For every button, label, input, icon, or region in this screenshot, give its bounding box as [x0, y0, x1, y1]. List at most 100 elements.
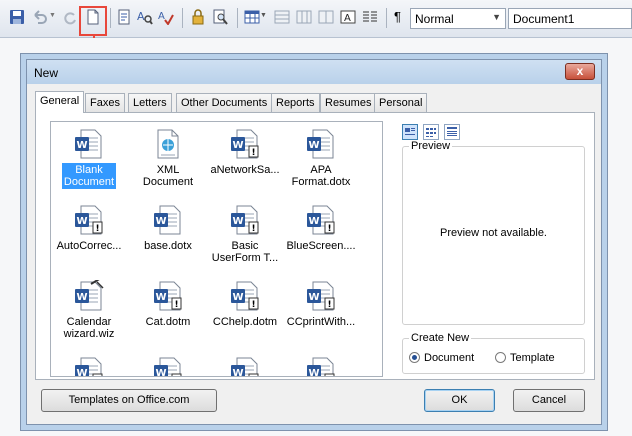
svg-text:W: W	[156, 216, 167, 227]
tab-general[interactable]: General	[35, 91, 85, 113]
svg-text:W: W	[233, 140, 244, 151]
list-view-button[interactable]	[423, 124, 439, 140]
svg-text:!: !	[252, 300, 256, 310]
tab-reports[interactable]: Reports	[271, 93, 320, 112]
template-item[interactable]: W!	[207, 356, 283, 377]
insert-rows-icon[interactable]	[274, 9, 290, 25]
svg-text:!: !	[175, 376, 179, 377]
text-box-icon[interactable]: A	[340, 9, 356, 25]
close-button[interactable]: x	[565, 63, 595, 80]
svg-text:!: !	[252, 376, 256, 377]
tab-label: Faxes	[90, 97, 120, 109]
merge-cells-icon[interactable]	[318, 9, 334, 25]
template-item[interactable]: W!	[283, 356, 359, 377]
template-item[interactable]: XML Document	[130, 128, 206, 189]
general-tab-panel: W!W!W!W!W!CCprintWith...W!CChelp.dotmW!C…	[35, 112, 595, 380]
tab-faxes[interactable]: Faxes	[85, 93, 125, 112]
template-item[interactable]: W Calendar wizard.wiz	[51, 277, 127, 341]
ok-button[interactable]: OK	[424, 389, 495, 412]
word-template-icon: W!	[229, 128, 261, 160]
template-item[interactable]: W APA Format.dotx	[283, 128, 359, 189]
svg-text:W: W	[156, 292, 167, 303]
svg-text:A: A	[158, 11, 165, 22]
word-template-icon: W!	[152, 356, 184, 377]
new-dialog: New x General Faxes Letters Other Docume…	[26, 59, 602, 425]
template-label: CCprintWith...	[286, 316, 356, 328]
svg-text:W: W	[309, 292, 320, 303]
svg-text:W: W	[233, 368, 244, 377]
template-label: Blank Document	[61, 163, 117, 189]
template-list[interactable]: W!W!W!W!W!CCprintWith...W!CChelp.dotmW!C…	[50, 121, 383, 377]
radio-dot	[495, 352, 506, 363]
tab-label: Other Documents	[181, 97, 268, 109]
close-icon: x	[576, 64, 584, 78]
template-item[interactable]: W!	[51, 356, 127, 377]
word-document-icon: W	[305, 128, 337, 160]
template-item[interactable]: Wbase.dotx	[130, 204, 206, 253]
tab-label: Letters	[133, 97, 167, 109]
svg-text:!: !	[96, 376, 100, 377]
template-label: aNetworkSa...	[210, 164, 280, 176]
svg-text:!: !	[175, 300, 179, 310]
table-icon[interactable]	[244, 9, 260, 25]
insert-cols-icon[interactable]	[296, 9, 312, 25]
word-template-icon: W!	[229, 356, 261, 377]
templates-office-button[interactable]: Templates on Office.com	[41, 389, 217, 412]
find-icon[interactable]: A	[137, 9, 153, 25]
radio-label: Template	[510, 352, 555, 364]
protect-icon[interactable]	[190, 9, 206, 25]
svg-text:A: A	[137, 10, 145, 23]
redo-icon[interactable]	[62, 9, 78, 25]
large-icons-view-icon	[405, 128, 415, 135]
tab-personal[interactable]: Personal	[374, 93, 428, 112]
tab-label: Reports	[276, 97, 315, 109]
template-item[interactable]: W! Basic UserForm T...	[207, 204, 283, 265]
svg-text:W: W	[156, 368, 167, 377]
chevron-down-icon: ▼	[492, 12, 501, 22]
template-item[interactable]: W! aNetworkSa...	[207, 128, 283, 177]
template-label: Calendar wizard.wiz	[63, 316, 115, 340]
template-item[interactable]: W! CCprintWith...	[283, 280, 359, 329]
radio-document[interactable]: Document	[409, 352, 474, 364]
word-template-icon: W!	[305, 280, 337, 312]
dialog-title: New	[34, 66, 59, 80]
svg-text:!: !	[96, 224, 100, 234]
preview-group: Preview Preview not available.	[402, 140, 585, 325]
radio-template[interactable]: Template	[495, 352, 555, 364]
tab-letters[interactable]: Letters	[128, 93, 172, 112]
zoom-icon[interactable]	[212, 9, 228, 25]
font-combo[interactable]: Document1	[508, 8, 632, 29]
template-item[interactable]: W! BlueScreen....	[283, 204, 359, 253]
template-item[interactable]: W! Cat.dotm	[130, 280, 206, 329]
template-item[interactable]: W! AutoCorrec...	[51, 204, 127, 253]
button-label: Cancel	[531, 394, 567, 406]
template-item[interactable]: W! CChelp.dotm	[207, 280, 283, 329]
template-item[interactable]: W Blank Document	[51, 128, 127, 189]
svg-text:W: W	[309, 368, 320, 377]
template-item[interactable]: W!	[130, 356, 206, 377]
print-preview-icon[interactable]	[116, 9, 132, 25]
undo-icon[interactable]	[31, 9, 47, 25]
template-label: XML Document	[142, 164, 194, 188]
spelling-icon[interactable]: A	[158, 9, 174, 25]
svg-text:W: W	[309, 140, 320, 151]
pilcrow-icon[interactable]: ¶	[394, 9, 410, 25]
svg-text:W: W	[77, 140, 88, 151]
button-label: OK	[451, 394, 468, 406]
columns-icon[interactable]	[362, 9, 378, 25]
word-template-icon: W!	[73, 204, 105, 236]
details-view-button[interactable]	[444, 124, 460, 140]
svg-text:A: A	[344, 13, 351, 24]
tab-label: Personal	[379, 97, 423, 109]
template-label: APA Format.dotx	[291, 164, 351, 188]
large-icons-view-button[interactable]	[402, 124, 418, 140]
create-new-group: Create New Document Template	[402, 332, 585, 374]
button-label: Templates on Office.com	[68, 394, 190, 406]
style-combo[interactable]: Normal ▼	[410, 8, 506, 29]
save-icon[interactable]	[9, 9, 25, 25]
tab-resumes[interactable]: Resumes	[320, 93, 377, 112]
cancel-button[interactable]: Cancel	[513, 389, 585, 412]
details-view-icon	[447, 127, 457, 136]
tab-other-documents[interactable]: Other Documents	[176, 93, 273, 112]
dialog-titlebar[interactable]: New x	[27, 60, 601, 84]
